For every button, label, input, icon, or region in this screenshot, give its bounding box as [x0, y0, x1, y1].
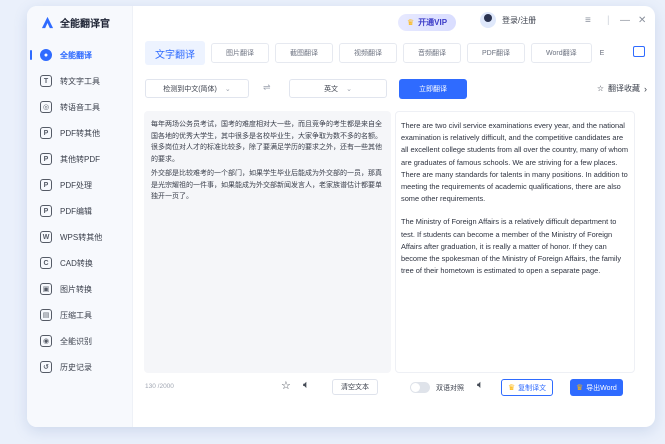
menu-icon[interactable]: ≡ [585, 15, 591, 26]
app-window: 全能翻译官 ● 全能翻译 T 转文字工具 ◎ 转语音工具 P PDF转其他 P … [27, 6, 655, 427]
sidebar-item-history[interactable]: ↺ 历史记录 [27, 354, 132, 380]
sidebar-item-label: 转语音工具 [60, 102, 100, 112]
sidebar-item-label: PDF处理 [60, 180, 92, 190]
bilingual-toggle[interactable] [410, 382, 430, 393]
translation-paragraph: The Ministry of Foreign Affairs is a rel… [401, 217, 622, 276]
sidebar: 全能翻译官 ● 全能翻译 T 转文字工具 ◎ 转语音工具 P PDF转其他 P … [27, 6, 133, 427]
pdf-edit-icon: P [40, 205, 52, 217]
character-count: 130 /2000 [145, 383, 174, 390]
cad-icon: C [40, 257, 52, 269]
sidebar-item-label: WPS转其他 [60, 232, 103, 242]
sidebar-nav: ● 全能翻译 T 转文字工具 ◎ 转语音工具 P PDF转其他 P 其他转PDF… [27, 42, 132, 380]
language-controls: 检测到中文(简体) ⌄ ⇌ 英文 ⌄ 立即翻译 ☆ 翻译收藏 › [133, 76, 655, 102]
sidebar-item-label: 全能翻译 [60, 50, 92, 60]
sidebar-item-ocr[interactable]: ◉ 全能识别 [27, 328, 132, 354]
source-language-select[interactable]: 检测到中文(简体) ⌄ [145, 79, 249, 98]
bilingual-label: 双语对照 [436, 385, 464, 392]
tab-audio-translate[interactable]: 音频翻译 [403, 43, 461, 63]
source-language-value: 检测到中文(简体) [163, 85, 217, 93]
translation-paragraph: There are two civil service examinations… [401, 121, 629, 204]
wps-icon: W [40, 231, 52, 243]
voice-icon: ◎ [40, 101, 52, 113]
pdf-process-icon: P [40, 179, 52, 191]
divider: | [607, 15, 610, 26]
title-bar: ♛ 开通VIP 登录/注册 ≡ | — ✕ [133, 6, 655, 38]
sidebar-item-label: 图片转换 [60, 284, 92, 294]
chevron-right-icon: › [644, 83, 647, 94]
copy-translation-button[interactable]: ♛ 复制译文 [501, 379, 554, 396]
sidebar-item-other-to-pdf[interactable]: P 其他转PDF [27, 146, 132, 172]
source-paragraph: 每年两场公务员考试，国考的难度相对大一些，而且竞争的考生都是来自全国各地的优秀大… [151, 121, 382, 163]
pdf-import-icon: P [40, 153, 52, 165]
scan-icon: ◉ [40, 335, 52, 347]
tab-more[interactable]: E [597, 43, 607, 63]
tab-bar: 文字翻译 图片翻译 截图翻译 视频翻译 音频翻译 PDF翻译 Word翻译 E [133, 38, 655, 68]
favorites-button[interactable]: ☆ 翻译收藏 › [597, 83, 647, 94]
copy-label: 复制译文 [518, 384, 547, 392]
sidebar-item-label: 转文字工具 [60, 76, 100, 86]
export-label: 导出Word [586, 384, 617, 392]
brand: 全能翻译官 [27, 6, 132, 38]
sidebar-item-image[interactable]: ▣ 图片转换 [27, 276, 132, 302]
clear-text-button[interactable]: 清空文本 [332, 379, 378, 395]
sidebar-item-label: 历史记录 [60, 362, 92, 372]
sidebar-item-label: PDF编辑 [60, 206, 92, 216]
crown-icon: ♛ [407, 18, 415, 27]
swap-languages-icon[interactable]: ⇌ [263, 82, 271, 93]
home-icon[interactable] [633, 46, 645, 57]
sidebar-item-cad[interactable]: C CAD转换 [27, 250, 132, 276]
close-icon[interactable]: ✕ [638, 15, 646, 26]
sidebar-item-pdf-to-other[interactable]: P PDF转其他 [27, 120, 132, 146]
sidebar-item-pdf-edit[interactable]: P PDF编辑 [27, 198, 132, 224]
crown-icon: ♛ [576, 383, 584, 392]
pdf-export-icon: P [40, 127, 52, 139]
sidebar-item-label: 其他转PDF [60, 154, 100, 164]
chevron-down-icon: ⌄ [224, 85, 231, 93]
sidebar-item-to-voice[interactable]: ◎ 转语音工具 [27, 94, 132, 120]
tab-word-translate[interactable]: Word翻译 [531, 43, 592, 63]
speaker-icon[interactable]: 🔈︎ [477, 379, 484, 392]
target-language-select[interactable]: 英文 ⌄ [289, 79, 387, 98]
compress-icon: ▤ [40, 309, 52, 321]
source-paragraph: 外交部是比较难考的一个部门，如果学生毕业后能成为外交部的一员，那真是光宗耀祖的一… [151, 170, 382, 200]
sidebar-item-label: CAD转换 [60, 258, 93, 268]
app-logo-icon [41, 16, 54, 28]
vip-label: 开通VIP [418, 18, 448, 27]
sidebar-item-label: 全能识别 [60, 336, 92, 346]
text-icon: T [40, 75, 52, 87]
vip-button[interactable]: ♛ 开通VIP [398, 14, 457, 31]
chevron-down-icon: ⌄ [346, 85, 352, 93]
sidebar-item-label: 压缩工具 [60, 310, 92, 320]
login-label: 登录/注册 [502, 15, 537, 25]
source-text-input[interactable]: 每年两场公务员考试，国考的难度相对大一些，而且竞争的考生都是来自全国各地的优秀大… [144, 111, 391, 373]
tab-screenshot-translate[interactable]: 截图翻译 [275, 43, 333, 63]
sidebar-item-to-text[interactable]: T 转文字工具 [27, 68, 132, 94]
tab-pdf-translate[interactable]: PDF翻译 [467, 43, 525, 63]
sidebar-item-label: PDF转其他 [60, 128, 100, 138]
tab-text-translate[interactable]: 文字翻译 [145, 41, 205, 65]
favorites-label: 翻译收藏 [608, 84, 640, 93]
star-icon: ☆ [596, 84, 604, 93]
bottom-bar: 130 /2000 ☆ 🔈︎ 清空文本 双语对照 🔈︎ ♛ 复制译文 ♛ 导出W… [133, 372, 655, 402]
app-title: 全能翻译官 [60, 18, 110, 30]
star-icon[interactable]: ☆ [281, 379, 291, 392]
sidebar-item-pdf-process[interactable]: P PDF处理 [27, 172, 132, 198]
tab-image-translate[interactable]: 图片翻译 [211, 43, 269, 63]
sidebar-item-translate[interactable]: ● 全能翻译 [27, 42, 132, 68]
tab-video-translate[interactable]: 视频翻译 [339, 43, 397, 63]
export-word-button[interactable]: ♛ 导出Word [570, 379, 623, 396]
translate-icon: ● [40, 49, 52, 61]
crown-icon: ♛ [508, 383, 516, 392]
image-icon: ▣ [40, 283, 52, 295]
translate-button[interactable]: 立即翻译 [399, 79, 467, 99]
translation-output: There are two civil service examinations… [395, 111, 635, 373]
login-button[interactable]: 登录/注册 [480, 12, 536, 28]
sidebar-item-compress[interactable]: ▤ 压缩工具 [27, 302, 132, 328]
sidebar-item-wps[interactable]: W WPS转其他 [27, 224, 132, 250]
history-icon: ↺ [40, 361, 52, 373]
avatar [480, 12, 496, 28]
target-language-value: 英文 [324, 85, 339, 93]
speaker-icon[interactable]: 🔈︎ [303, 379, 310, 392]
minimize-icon[interactable]: — [620, 15, 630, 26]
